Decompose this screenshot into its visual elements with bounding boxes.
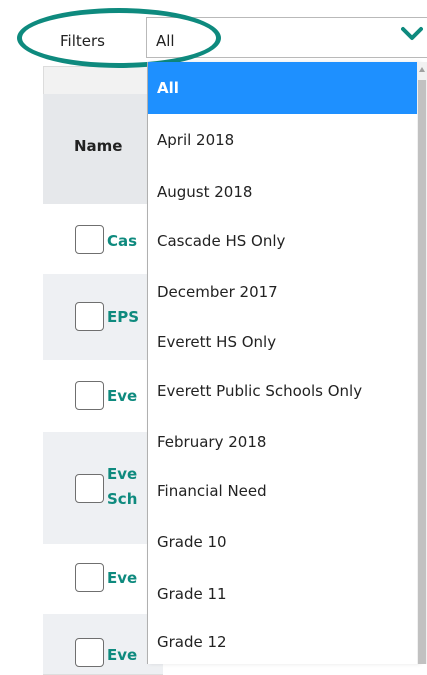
dropdown-option[interactable]: April 2018 bbox=[148, 114, 418, 166]
dropdown-option[interactable]: December 2017 bbox=[148, 266, 418, 318]
filter-dropdown-list[interactable]: All April 2018 August 2018 Cascade HS On… bbox=[147, 62, 419, 664]
row-checkbox[interactable] bbox=[75, 638, 104, 667]
dropdown-option[interactable]: Grade 10 bbox=[148, 516, 418, 568]
dropdown-option[interactable]: Financial Need bbox=[148, 465, 418, 517]
row-name-link[interactable]: Eve bbox=[107, 387, 147, 405]
name-column-header[interactable]: Name bbox=[74, 137, 122, 155]
row-checkbox[interactable] bbox=[75, 225, 104, 254]
row-checkbox[interactable] bbox=[75, 302, 104, 331]
row-checkbox[interactable] bbox=[75, 563, 104, 592]
row-name-link[interactable]: Eve bbox=[107, 465, 147, 483]
dropdown-option[interactable]: Everett Public Schools Only bbox=[148, 365, 418, 417]
row-name-link[interactable]: Eve bbox=[107, 569, 147, 587]
dropdown-option[interactable]: Grade 11 bbox=[148, 568, 418, 620]
dropdown-scrollbar-thumb[interactable] bbox=[418, 80, 426, 664]
row-name-link[interactable]: EPS bbox=[107, 308, 147, 326]
dropdown-option[interactable]: All bbox=[148, 62, 418, 114]
filter-label: Filters bbox=[60, 32, 105, 50]
dropdown-option[interactable]: Everett HS Only bbox=[148, 316, 418, 368]
dropdown-option[interactable]: February 2018 bbox=[148, 416, 418, 468]
row-name-link[interactable]: Cas bbox=[107, 232, 147, 250]
row-name-link[interactable]: Eve bbox=[107, 646, 147, 664]
dropdown-option[interactable]: Cascade HS Only bbox=[148, 215, 418, 267]
filter-select[interactable]: All bbox=[146, 17, 427, 58]
row-checkbox[interactable] bbox=[75, 381, 104, 410]
row-checkbox[interactable] bbox=[75, 474, 104, 503]
row-name-link-line2[interactable]: Sch bbox=[107, 490, 147, 508]
chevron-down-icon[interactable] bbox=[401, 26, 423, 42]
scroll-up-arrow-icon[interactable] bbox=[418, 66, 426, 74]
dropdown-option[interactable]: Grade 12 bbox=[148, 616, 418, 664]
filter-selected-value: All bbox=[156, 32, 175, 50]
dropdown-option[interactable]: August 2018 bbox=[148, 166, 418, 218]
